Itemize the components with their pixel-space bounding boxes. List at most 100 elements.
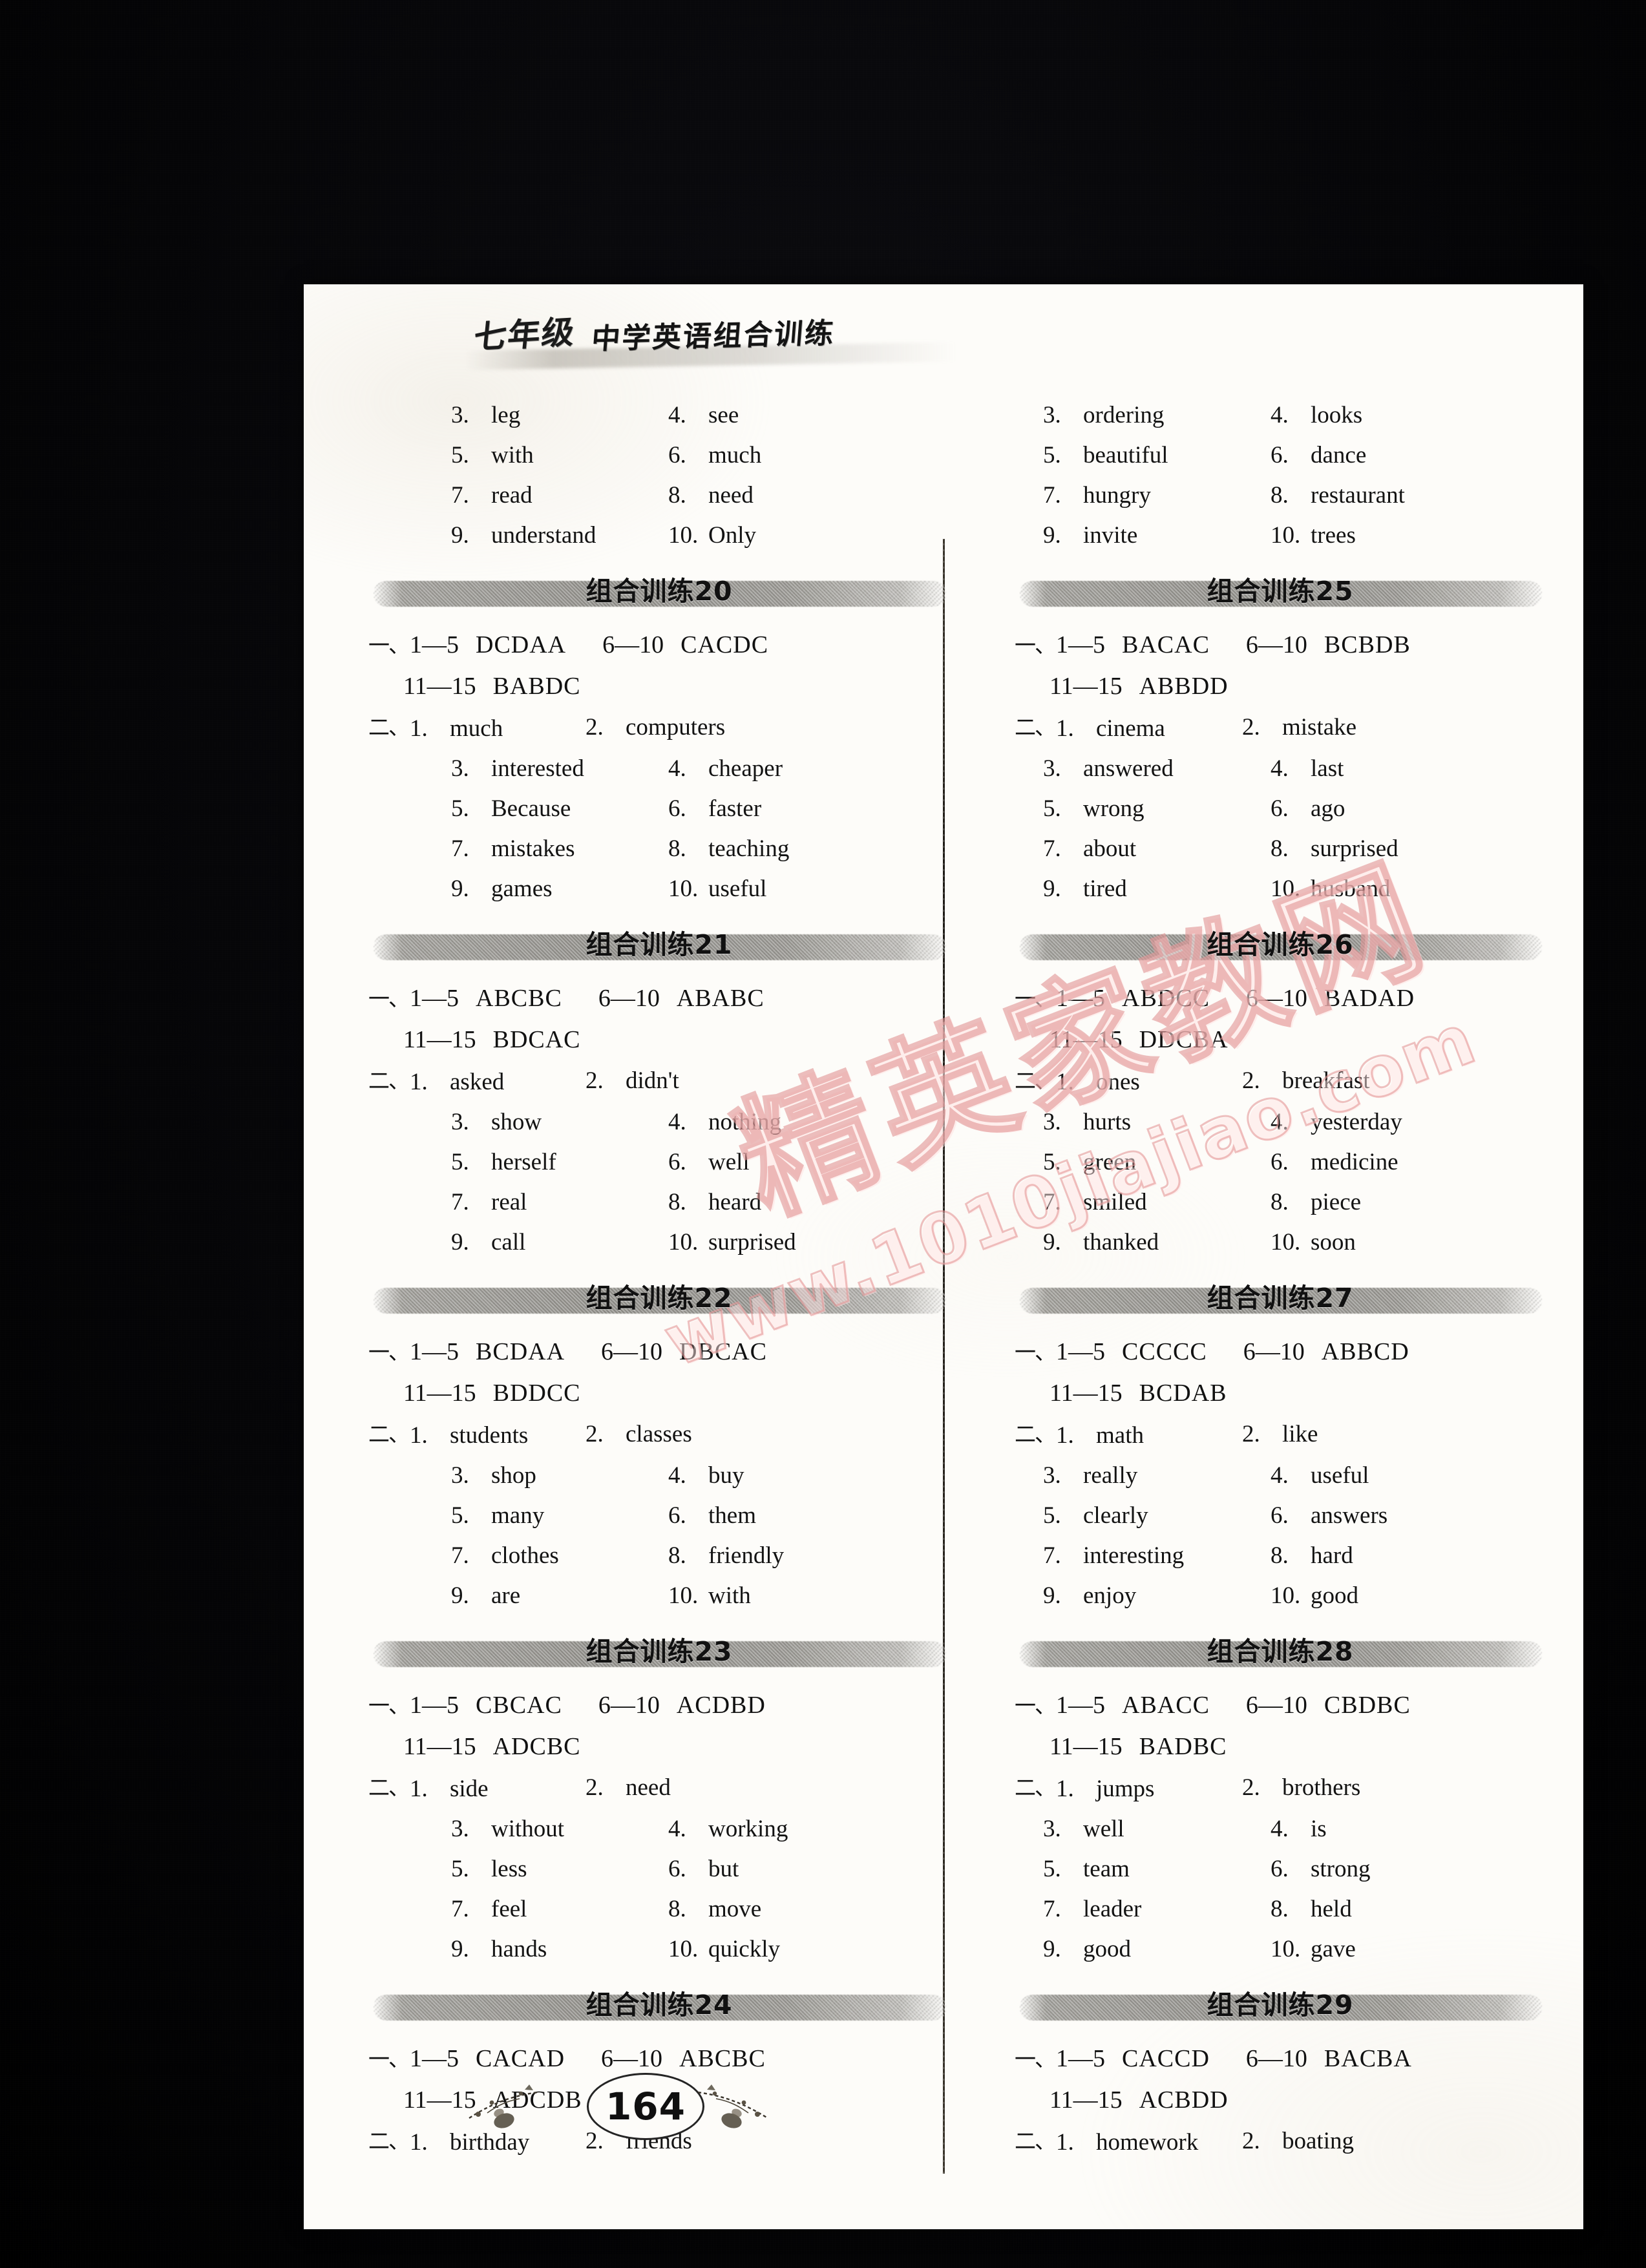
word-pair-row: 7. hungry 8. restaurant (1043, 483, 1545, 507)
item-number: 4. (668, 1109, 686, 1135)
book-page: 七年级 中学英语组合训练 3. leg 4. see 5. with 6. much 7. rea… (304, 284, 1583, 2229)
word-entry: 二、 1. jumps (1015, 1777, 1242, 1801)
mc-answer-line: 11—15 DDCBA (1015, 1027, 1545, 1052)
item-number: 3. (451, 755, 469, 782)
item-word: students (450, 1422, 529, 1449)
item-word: husband (1311, 876, 1391, 902)
item-number: 5. (451, 442, 469, 468)
item-number: 3. (1043, 1109, 1061, 1135)
word-entry: 9. good (1043, 1937, 1271, 1961)
answer-range: 1—5 (410, 985, 459, 1012)
answer-group: 6—10 DBCAC (601, 1339, 767, 1364)
item-word: Because (491, 795, 571, 822)
fill-answer-row: 二、 1. side 2. need (368, 1776, 953, 1801)
item-number: 10. (668, 522, 699, 549)
word-entry: 5. Because (451, 797, 668, 821)
item-word: homework (1096, 2129, 1199, 2156)
answer-range: 6—10 (1245, 2045, 1307, 2072)
item-word: team (1083, 1856, 1130, 1882)
word-entry: 二、 1. cinema (1015, 717, 1242, 740)
word-pair-row: 5. with 6. much (451, 443, 953, 467)
word-pair-row: 7. read 8. need (451, 483, 953, 507)
mc-answer-line: 11—15 ACBDD (1015, 2088, 1545, 2112)
item-number: 4. (1271, 1109, 1289, 1135)
item-number: 8. (1271, 482, 1289, 509)
answer-group: 6—10 BADAD (1246, 986, 1415, 1011)
item-word: asked (450, 1069, 505, 1095)
item-word: hungry (1083, 482, 1151, 509)
item-number: 3. (1043, 1462, 1061, 1489)
item-word: brothers (1282, 1774, 1361, 1801)
word-entry: 7. feel (451, 1897, 668, 1921)
mc-answer-line: 11—15 ABBDD (1015, 674, 1545, 698)
word-entry: 3. leg (451, 403, 668, 427)
word-pair-row: 7. smiled 8. piece (1043, 1190, 1545, 1214)
section-mark-two: 二、 (368, 715, 410, 740)
fill-answer-row: 二、 1. math 2. like (1015, 1422, 1545, 1447)
vine-left-icon (465, 2070, 595, 2143)
word-entry: 7. clothes (451, 1544, 668, 1568)
word-entry: 9. hands (451, 1937, 668, 1961)
word-entry: 8. restaurant (1271, 483, 1405, 507)
item-word: friendly (708, 1542, 785, 1569)
item-word: hands (491, 1936, 547, 1962)
answer-letters: CBDBC (1324, 1692, 1411, 1719)
item-word: soon (1311, 1229, 1356, 1255)
item-number: 8. (668, 1896, 686, 1922)
mc-answer-line: 一、 1—5 ABACC 6—10 CBDBC (1015, 1693, 1545, 1717)
item-word: well (1083, 1816, 1124, 1842)
section-mark-two: 二、 (1015, 715, 1056, 740)
word-entry: 10. husband (1271, 877, 1390, 901)
answer-range: 11—15 (403, 1380, 476, 1407)
word-pair-row: 5. herself 6. well (451, 1150, 953, 1174)
word-pair-row: 7. feel 8. move (451, 1897, 953, 1921)
item-number: 2. (586, 1774, 604, 1801)
item-number: 6. (668, 442, 686, 468)
word-pair-row: 3. show 4. nothing (451, 1110, 953, 1134)
word-entry: 6. dance (1271, 443, 1366, 467)
word-entry: 二、 1. homework (1015, 2130, 1242, 2154)
word-pair-row: 5. many 6. them (451, 1504, 953, 1528)
word-entry: 9. tired (1043, 877, 1271, 901)
word-pair-row: 9. tired 10. husband (1043, 877, 1545, 901)
mc-answer-block: 一、 1—5 CBCAC 6—10 ACDBD 11—15 ADCBC (368, 1693, 953, 1759)
item-word: ones (1096, 1069, 1140, 1095)
word-entry: 3. show (451, 1110, 668, 1134)
item-number: 6. (668, 1502, 686, 1529)
item-number: 9. (1043, 522, 1061, 549)
answer-letters: ACDBD (676, 1692, 766, 1719)
word-entry: 3. ordering (1043, 403, 1271, 427)
word-entry: 10. good (1271, 1584, 1358, 1608)
item-number: 5. (1043, 1149, 1061, 1175)
item-word: surprised (1311, 835, 1398, 862)
section-mark-two: 二、 (1015, 1068, 1056, 1093)
item-word: but (708, 1856, 739, 1882)
word-entry: 6. but (668, 1857, 739, 1881)
word-entry: 二、 1. asked (368, 1070, 586, 1094)
mc-answer-line: 11—15 BCDAB (1015, 1381, 1545, 1405)
item-number: 7. (451, 1542, 469, 1569)
answer-letters: DBCAC (679, 1338, 767, 1365)
item-number: 9. (1043, 1229, 1061, 1255)
answer-letters: BABDC (492, 673, 581, 700)
answer-group: 6—10 ACDBD (598, 1693, 766, 1717)
word-entry: 10. trees (1271, 523, 1356, 547)
item-number: 6. (668, 795, 686, 822)
word-entry: 6. strong (1271, 1857, 1371, 1881)
item-number: 1. (410, 715, 428, 742)
word-entry: 4. useful (1271, 1464, 1369, 1487)
item-number: 9. (1043, 876, 1061, 902)
item-number: 2. (1242, 1421, 1260, 1447)
item-word: Only (708, 522, 756, 549)
item-number: 4. (668, 402, 686, 428)
word-entry: 4. nothing (668, 1110, 781, 1134)
item-number: 6. (1271, 1149, 1289, 1175)
item-number: 10. (1271, 1936, 1301, 1962)
item-number: 5. (451, 1149, 469, 1175)
word-pair-row: 7. leader 8. held (1043, 1897, 1545, 1921)
item-number: 8. (1271, 1189, 1289, 1215)
item-word: herself (491, 1149, 556, 1175)
answer-range: 11—15 (403, 1733, 476, 1760)
word-entry: 9. invite (1043, 523, 1271, 547)
word-pair-row: 5. wrong 6. ago (1043, 797, 1545, 821)
